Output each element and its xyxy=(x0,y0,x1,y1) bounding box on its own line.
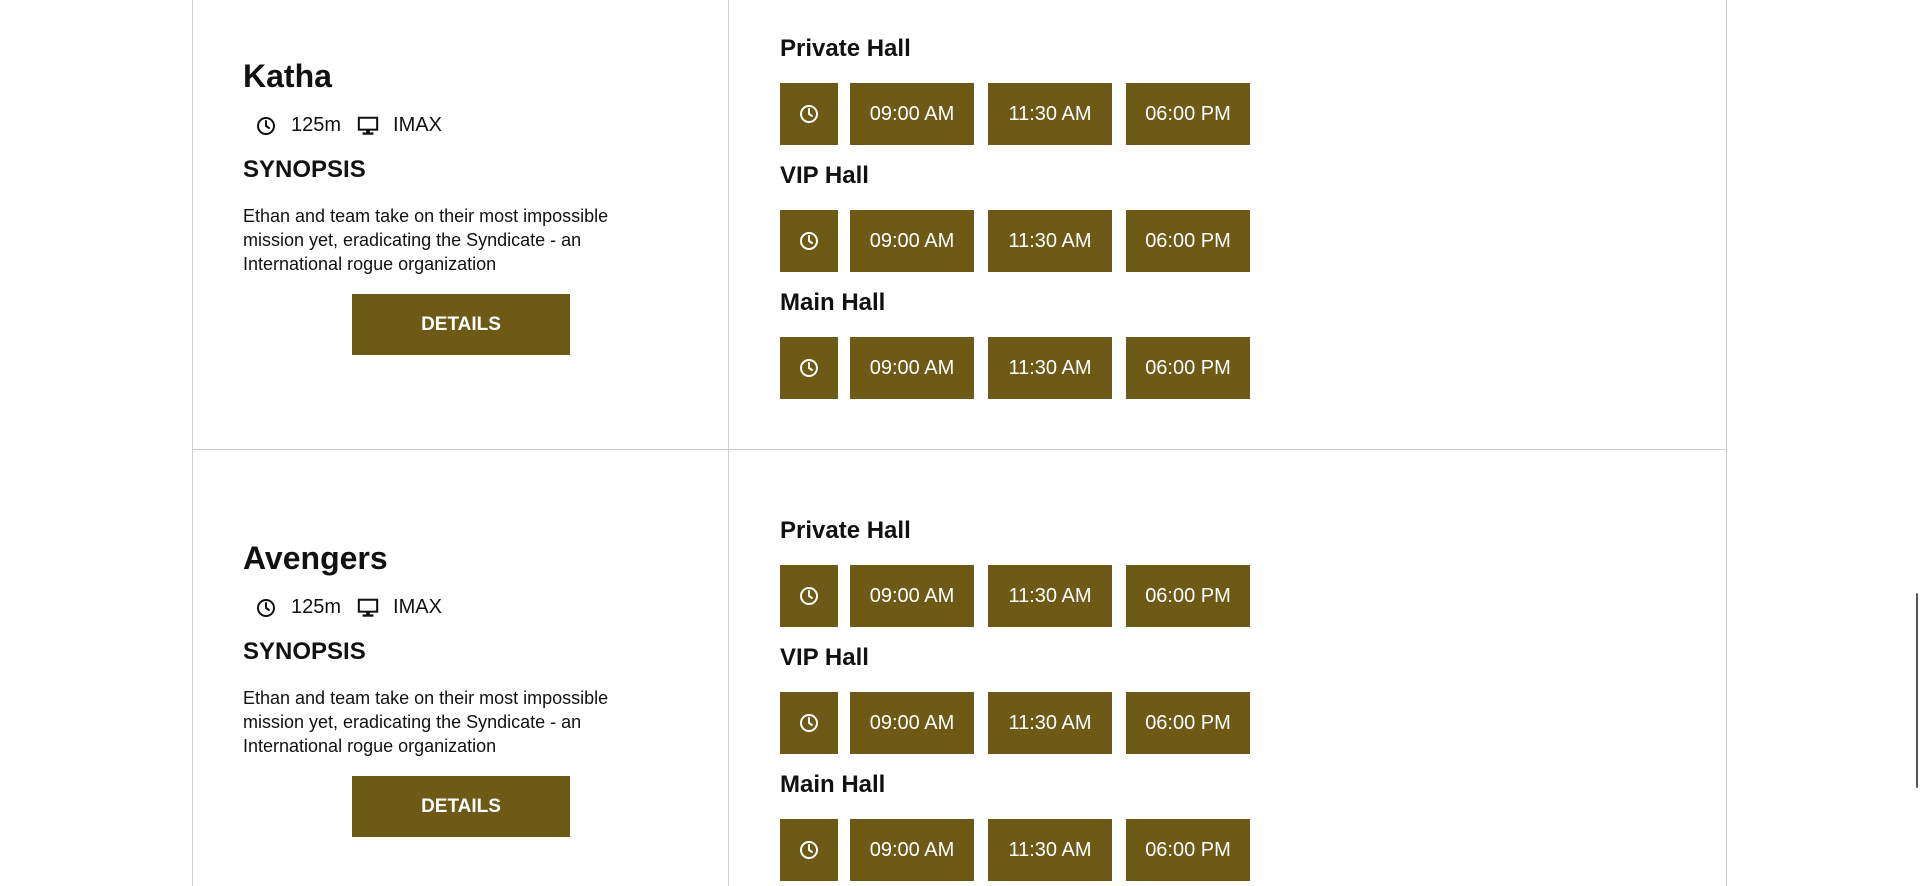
movie-info: Avengers 125m IMAX SYNOPSIS Ethan and te… xyxy=(193,449,729,886)
details-button[interactable]: DETAILS xyxy=(352,294,570,355)
movie-info: Katha 125m IMAX SYNOPSIS Ethan and team … xyxy=(193,0,729,449)
showtimes: Private Hall 09:00 AM 11:30 AM 06:00 PM … xyxy=(729,449,1726,886)
movie-title: Avengers xyxy=(243,540,388,576)
synopsis-heading: SYNOPSIS xyxy=(243,638,366,665)
showtime-button[interactable]: 09:00 AM xyxy=(850,210,974,272)
hall-main: Main Hall 09:00 AM 11:30 AM 06:00 PM xyxy=(780,769,1264,881)
hall-vip: VIP Hall 09:00 AM 11:30 AM 06:00 PM xyxy=(780,642,1264,754)
clock-icon xyxy=(255,115,277,137)
movie-card: Katha 125m IMAX SYNOPSIS Ethan and team … xyxy=(193,0,1726,450)
hall-name: Main Hall xyxy=(780,771,886,798)
clock-icon xyxy=(780,210,838,272)
details-button[interactable]: DETAILS xyxy=(352,776,570,837)
hall-name: VIP Hall xyxy=(780,162,869,189)
showtime-button[interactable]: 11:30 AM xyxy=(988,692,1112,754)
synopsis-text: Ethan and team take on their most imposs… xyxy=(243,688,609,756)
hall-name: Private Hall xyxy=(780,517,911,544)
hall-private: Private Hall 09:00 AM 11:30 AM 06:00 PM xyxy=(780,515,1264,627)
time-slots: 09:00 AM 11:30 AM 06:00 PM xyxy=(780,83,1264,145)
movie-meta: 125m IMAX xyxy=(255,114,458,137)
showtime-button[interactable]: 09:00 AM xyxy=(850,565,974,627)
synopsis-heading: SYNOPSIS xyxy=(243,156,366,183)
monitor-icon xyxy=(357,115,379,137)
time-slots: 09:00 AM 11:30 AM 06:00 PM xyxy=(780,210,1264,272)
duration-value: 125m xyxy=(291,596,342,618)
showtime-button[interactable]: 11:30 AM xyxy=(988,83,1112,145)
format-value: IMAX xyxy=(393,596,442,618)
clock-icon xyxy=(780,337,838,399)
showtime-button[interactable]: 09:00 AM xyxy=(850,83,974,145)
time-slots: 09:00 AM 11:30 AM 06:00 PM xyxy=(780,565,1264,627)
showtime-button[interactable]: 09:00 AM xyxy=(850,692,974,754)
scrollbar-thumb[interactable] xyxy=(1916,593,1918,788)
movie-title: Katha xyxy=(243,58,332,94)
hall-name: VIP Hall xyxy=(780,644,869,671)
showtime-button[interactable]: 11:30 AM xyxy=(988,819,1112,881)
scrollbar[interactable] xyxy=(1912,0,1920,886)
time-slots: 09:00 AM 11:30 AM 06:00 PM xyxy=(780,819,1264,881)
showtime-button[interactable]: 06:00 PM xyxy=(1126,337,1250,399)
showtime-button[interactable]: 06:00 PM xyxy=(1126,565,1250,627)
clock-icon xyxy=(780,565,838,627)
showtime-button[interactable]: 11:30 AM xyxy=(988,210,1112,272)
showtime-button[interactable]: 09:00 AM xyxy=(850,819,974,881)
hall-main: Main Hall 09:00 AM 11:30 AM 06:00 PM xyxy=(780,287,1264,399)
time-slots: 09:00 AM 11:30 AM 06:00 PM xyxy=(780,337,1264,399)
hall-name: Main Hall xyxy=(780,289,886,316)
clock-icon xyxy=(780,692,838,754)
hall-private: Private Hall 09:00 AM 11:30 AM 06:00 PM xyxy=(780,33,1264,145)
clock-icon xyxy=(255,597,277,619)
showtime-button[interactable]: 06:00 PM xyxy=(1126,819,1250,881)
showtime-button[interactable]: 06:00 PM xyxy=(1126,83,1250,145)
clock-icon xyxy=(780,83,838,145)
showtime-button[interactable]: 06:00 PM xyxy=(1126,692,1250,754)
monitor-icon xyxy=(357,597,379,619)
time-slots: 09:00 AM 11:30 AM 06:00 PM xyxy=(780,692,1264,754)
showtime-button[interactable]: 06:00 PM xyxy=(1126,210,1250,272)
movie-list: Katha 125m IMAX SYNOPSIS Ethan and team … xyxy=(192,0,1727,886)
showtime-button[interactable]: 11:30 AM xyxy=(988,337,1112,399)
duration-value: 125m xyxy=(291,114,342,136)
synopsis-text: Ethan and team take on their most imposs… xyxy=(243,206,609,274)
showtime-button[interactable]: 11:30 AM xyxy=(988,565,1112,627)
movie-card: Avengers 125m IMAX SYNOPSIS Ethan and te… xyxy=(193,449,1726,886)
hall-name: Private Hall xyxy=(780,35,911,62)
clock-icon xyxy=(780,819,838,881)
movie-meta: 125m IMAX xyxy=(255,596,458,619)
format-value: IMAX xyxy=(393,114,442,136)
hall-vip: VIP Hall 09:00 AM 11:30 AM 06:00 PM xyxy=(780,160,1264,272)
showtimes: Private Hall 09:00 AM 11:30 AM 06:00 PM … xyxy=(729,0,1726,449)
showtime-button[interactable]: 09:00 AM xyxy=(850,337,974,399)
